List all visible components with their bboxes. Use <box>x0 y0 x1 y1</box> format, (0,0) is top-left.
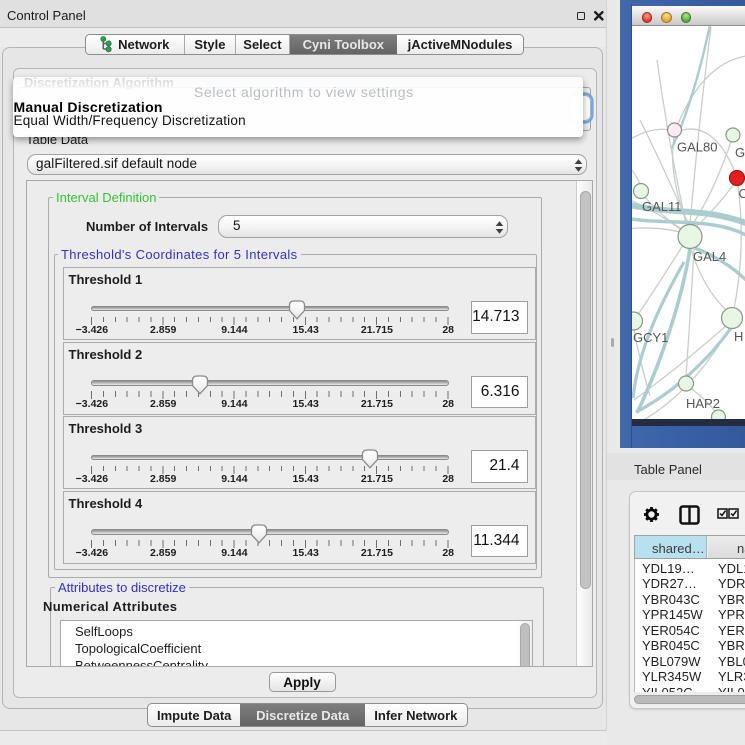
svg-text:HAP2: HAP2 <box>686 396 720 411</box>
svg-text:H: H <box>734 329 743 344</box>
svg-text:GA: GA <box>735 145 745 160</box>
svg-text:GCY1: GCY1 <box>633 330 668 345</box>
svg-text:GAL4: GAL4 <box>693 249 726 264</box>
svg-text:GAL11: GAL11 <box>642 199 682 214</box>
svg-text:C: C <box>739 186 745 201</box>
svg-text:GAL80: GAL80 <box>677 140 717 155</box>
